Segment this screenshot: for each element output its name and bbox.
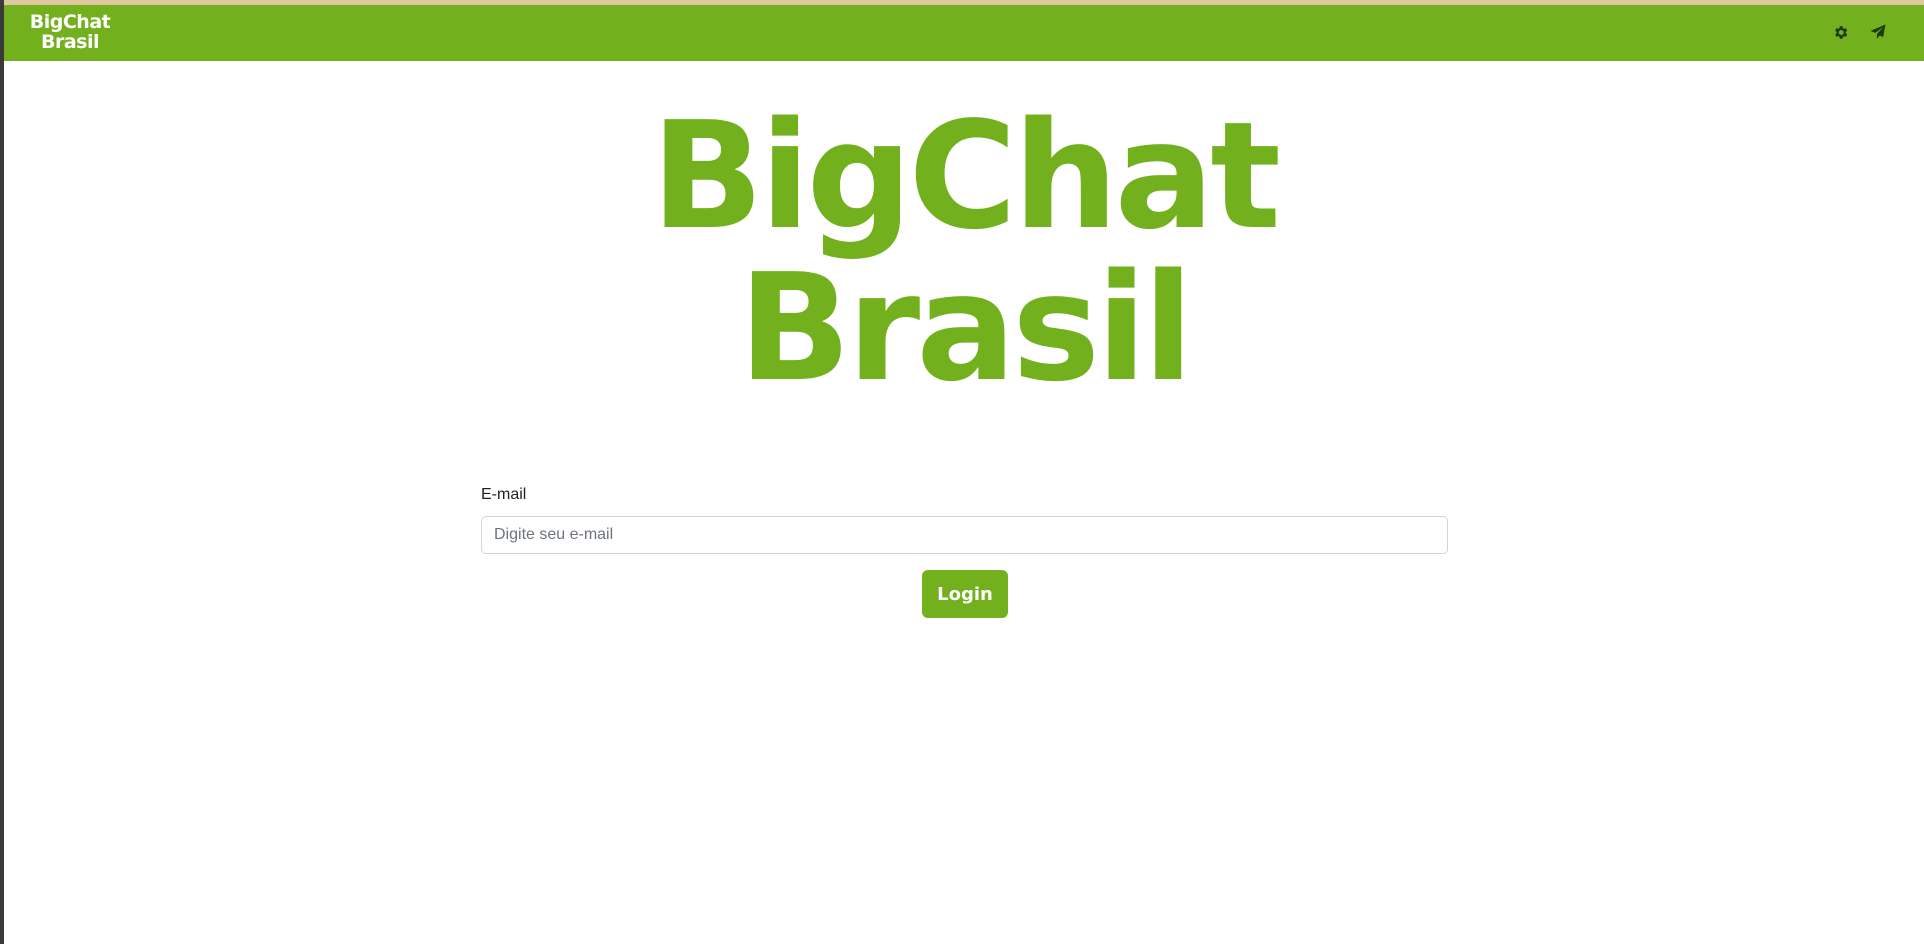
login-form: E-mail Login — [481, 486, 1448, 618]
login-button-row: Login — [481, 570, 1448, 618]
paper-plane-icon[interactable] — [1868, 22, 1888, 42]
hero-title: BigChat Brasil — [4, 100, 1924, 404]
navbar-brand-logo[interactable]: BigChat Brasil — [24, 12, 116, 52]
gear-icon[interactable] — [1830, 22, 1850, 42]
app-window: BigChat Brasil BigChat Brasil E-mail Log… — [0, 0, 1924, 944]
email-label: E-mail — [481, 486, 527, 503]
brand-line-2: Brasil — [40, 31, 100, 53]
navbar-actions — [1830, 22, 1888, 42]
email-input[interactable] — [481, 516, 1448, 554]
top-navbar: BigChat Brasil — [4, 5, 1924, 61]
hero-title-line-2: Brasil — [738, 242, 1193, 414]
login-button[interactable]: Login — [922, 570, 1008, 618]
hero-title-line-1: BigChat — [650, 90, 1281, 262]
brand-line-1: BigChat — [29, 11, 111, 33]
